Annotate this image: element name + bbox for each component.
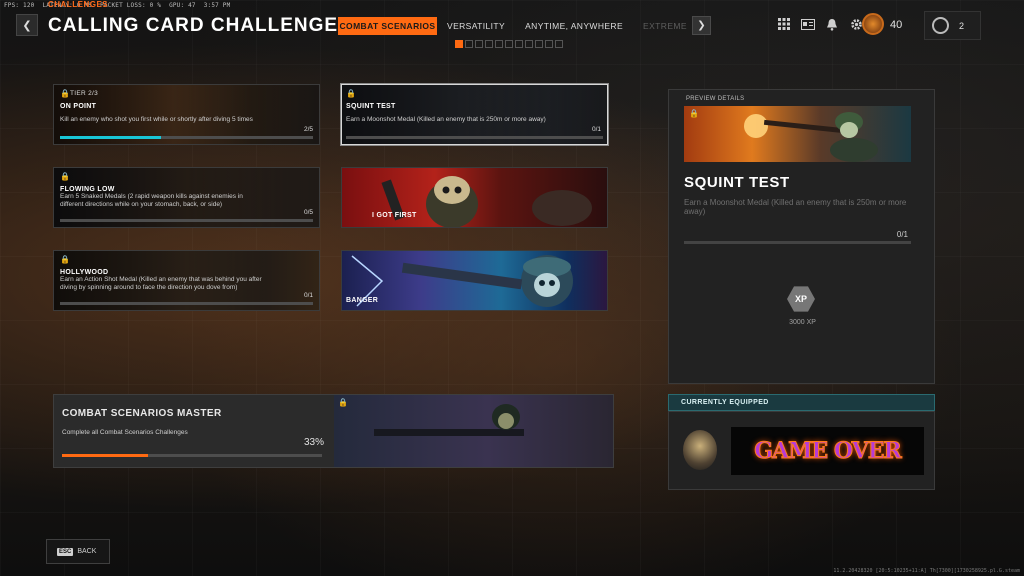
challenge-description: Earn an Action Shot Medal (Killed an ene… [60,276,262,291]
rank-level: 40 [890,19,903,31]
bell-icon[interactable] [824,16,840,32]
lock-icon: 🔒 [60,172,70,181]
preview-details-panel: PREVIEW DETAILS 🔒 SQUINT TEST Earn a Moo… [668,89,935,384]
page-indicator [455,40,563,48]
challenge-name: ON POINT [60,103,97,110]
xp-reward-icon: XP [787,286,815,312]
progress-bar [60,136,313,139]
lock-icon: 🔒 [338,398,348,407]
challenge-name: FLOWING LOW [60,186,115,193]
page-dot[interactable] [485,40,493,48]
equipped-emblem-avatar[interactable] [683,430,717,470]
challenge-description: Earn 5 Snaked Medals (2 rapid weapon kil… [60,193,243,208]
performance-overlay: FPS: 120 LATENCY: 0 MS PACKET LOSS: 0 % … [0,0,234,9]
tab-anytime-anywhere[interactable]: ANYTIME, ANYWHERE [515,17,633,35]
master-description: Complete all Combat Scenarios Challenges [62,429,188,436]
challenge-card-hollywood[interactable]: 🔒 HOLLYWOOD Earn an Action Shot Medal (K… [53,250,320,311]
page-dot[interactable] [455,40,463,48]
chevron-right-icon: ❯ [697,20,706,31]
progress-fill [60,136,162,139]
sniper-skull-art [744,112,878,162]
lock-icon: 🔒 [60,255,70,264]
challenge-description: Earn a Moonshot Medal (Killed an enemy t… [346,116,546,123]
category-tabs: COMBAT SCENARIOS VERSATILITY ANYTIME, AN… [338,17,691,35]
challenge-name: SQUINT TEST [346,103,396,110]
page-dot[interactable] [545,40,553,48]
tab-extreme[interactable]: EXTREME [633,17,691,35]
preview-description: Earn a Moonshot Medal (Killed an enemy t… [684,198,907,216]
clock-readout: 3:57 PM [203,2,231,9]
page-dot[interactable] [515,40,523,48]
calling-card-logo-text: GAME OVER [754,438,903,465]
page-dot[interactable] [465,40,473,48]
calling-card-i-got-first[interactable]: I GOT FIRST [341,167,608,228]
preview-title: SQUINT TEST [684,174,790,191]
grid-menu-icon[interactable] [776,16,792,32]
skull-helmet-art [351,255,573,307]
challenge-card-on-point[interactable]: 🔒 TIER 2/3 ON POINT Kill an enemy who sh… [53,84,320,145]
lock-icon: 🔒 [346,89,356,98]
calling-card-banger[interactable]: BANGER [341,250,608,311]
challenge-card-flowing-low[interactable]: 🔒 FLOWING LOW Earn 5 Snaked Medals (2 ra… [53,167,320,228]
challenge-progress: 0/5 [303,209,313,216]
master-title: COMBAT SCENARIOS MASTER [62,408,222,419]
equipped-calling-card[interactable]: GAME OVER [731,427,924,475]
challenge-card-squint-test[interactable]: 🔒 SQUINT TEST Earn a Moonshot Medal (Kil… [341,84,608,145]
progress-bar [346,136,603,139]
page-title: CALLING CARD CHALLENGE [48,15,339,36]
progress-bar [60,302,313,305]
xp-reward-value: 3000 XP [789,319,816,326]
preview-card-image: 🔒 [684,106,911,162]
soldier-rifle-art [374,404,524,436]
preview-progress: 0/1 [896,230,908,239]
currently-equipped-panel: GAME OVER [668,411,935,490]
preview-label: PREVIEW DETAILS [686,96,745,102]
gpu-readout: GPU: 47 [169,2,196,9]
calling-card-name: I GOT FIRST [372,212,417,219]
build-version: 11.2.20428320 [20:5:10235+11:A] Th[7300]… [833,568,1020,574]
esc-key-icon: ESC [57,547,74,556]
rank-emblem-icon[interactable] [862,13,884,35]
next-tab-button[interactable]: ❯ [692,16,711,35]
page-dot[interactable] [475,40,483,48]
page-dot[interactable] [555,40,563,48]
breadcrumb[interactable]: CHALLENGES [48,0,108,9]
page-dot[interactable] [505,40,513,48]
challenge-description: Kill an enemy who shot you first while o… [60,116,253,123]
master-card-art: 🔒 [334,395,613,467]
lock-icon: 🔒 [60,89,70,98]
lock-icon: 🔒 [689,109,699,118]
packet-loss-readout: PACKET LOSS: 0 % [100,2,162,9]
skull-soldier-art [381,176,592,227]
cod-points-display[interactable]: 2 [924,11,981,40]
progress-fill [62,454,148,457]
back-arrow-button[interactable]: ❮ [16,14,38,36]
cod-points-count: 2 [959,20,965,31]
header-icon-row [776,16,864,32]
challenge-progress: 0/1 [591,126,601,133]
tab-combat-scenarios[interactable]: COMBAT SCENARIOS [338,17,437,35]
page-dot[interactable] [535,40,543,48]
challenge-progress: 0/1 [303,292,313,299]
calling-card-name: BANGER [346,297,379,304]
tier-label: TIER 2/3 [70,90,99,97]
currently-equipped-header: CURRENTLY EQUIPPED [668,394,935,411]
challenge-name: HOLLYWOOD [60,269,109,276]
chevron-left-icon: ❮ [22,19,32,32]
tab-versatility[interactable]: VERSATILITY [437,17,515,35]
challenge-progress: 2/5 [303,126,313,133]
back-label: BACK [77,548,97,555]
cod-points-icon [932,17,949,34]
master-challenge-card[interactable]: 🔒 COMBAT SCENARIOS MASTER Complete all C… [53,394,614,468]
master-percent: 33% [304,437,325,448]
master-progress-bar [62,454,322,457]
preview-progress-bar [684,241,911,244]
back-button[interactable]: ESC BACK [46,539,110,564]
progress-bar [60,219,313,222]
page-dot[interactable] [525,40,533,48]
id-card-icon[interactable] [800,16,816,32]
page-dot[interactable] [495,40,503,48]
fps-readout: FPS: 120 [4,2,35,9]
